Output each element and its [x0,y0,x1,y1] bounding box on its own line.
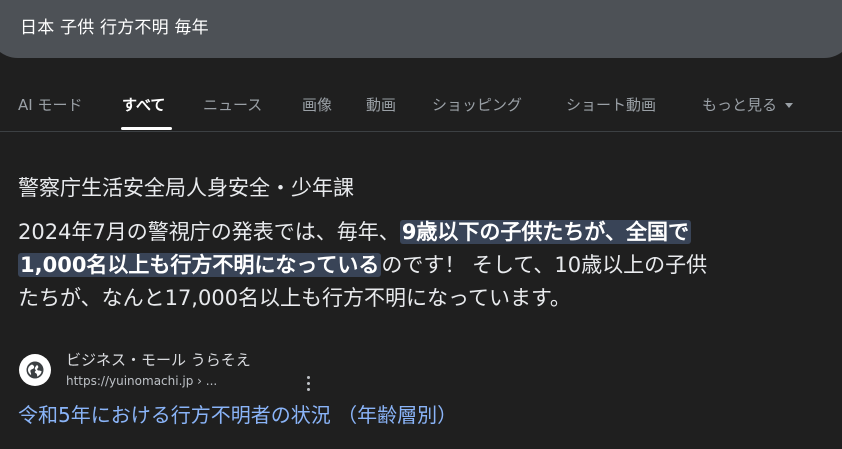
tab-images[interactable]: 画像 [302,94,332,115]
result-title-link[interactable]: 令和5年における行方不明者の状況 （年齢層別） [18,399,457,428]
active-tab-indicator [121,127,172,130]
featured-snippet-text: 2024年7月の警視庁の発表では、毎年、9歳以下の子供たちが、全国で 1,000… [18,216,828,315]
tab-short-videos[interactable]: ショート動画 [566,94,656,115]
tab-videos[interactable]: 動画 [366,94,396,115]
result-site-name[interactable]: ビジネス・モール うらそえ [66,349,251,370]
tab-more[interactable]: もっと見る [702,94,794,115]
search-input[interactable]: 日本 子供 行方不明 毎年 [20,13,209,38]
tab-all[interactable]: すべて [122,94,165,115]
snippet-text: 2024年7月の警視庁の発表では、毎年、 [18,220,400,244]
snippet-line-3: たちが、なんと17,000名以上も行方不明になっています。 [18,282,828,315]
tab-shopping[interactable]: ショッピング [432,94,522,115]
tab-ai-mode[interactable]: AI モード [18,94,82,115]
more-vert-icon[interactable] [302,374,314,392]
snippet-line-2: 1,000名以上も行方不明になっているのです！ そして、10歳以上の子供 [18,249,828,282]
snippet-highlight: 9歳以下の子供たちが、全国で [399,220,692,244]
globe-icon[interactable] [19,354,51,386]
snippet-highlight: 1,000名以上も行方不明になっている [18,253,382,277]
result-site-url[interactable]: https://yuinomachi.jp › ... [66,374,217,388]
tab-news[interactable]: ニュース [203,94,262,115]
snippet-source-heading: 警察庁生活安全局人身安全・少年課 [18,176,354,200]
search-tabs: AI モード すべて ニュース 画像 動画 ショッピング ショート動画 もっと見… [0,86,842,132]
snippet-text: のです！ そして、10歳以上の子供 [381,253,708,277]
caret-down-icon [785,103,794,108]
snippet-text: たちが、なんと17,000名以上も行方不明になっています。 [18,286,571,310]
search-bar[interactable]: 日本 子供 行方不明 毎年 [0,0,842,58]
tab-more-label: もっと見る [702,96,778,114]
results-page: 日本 子供 行方不明 毎年 AI モード すべて ニュース 画像 動画 ショッピ… [0,0,842,449]
snippet-line-1: 2024年7月の警視庁の発表では、毎年、9歳以下の子供たちが、全国で [18,216,828,249]
tabs-divider [0,131,842,132]
